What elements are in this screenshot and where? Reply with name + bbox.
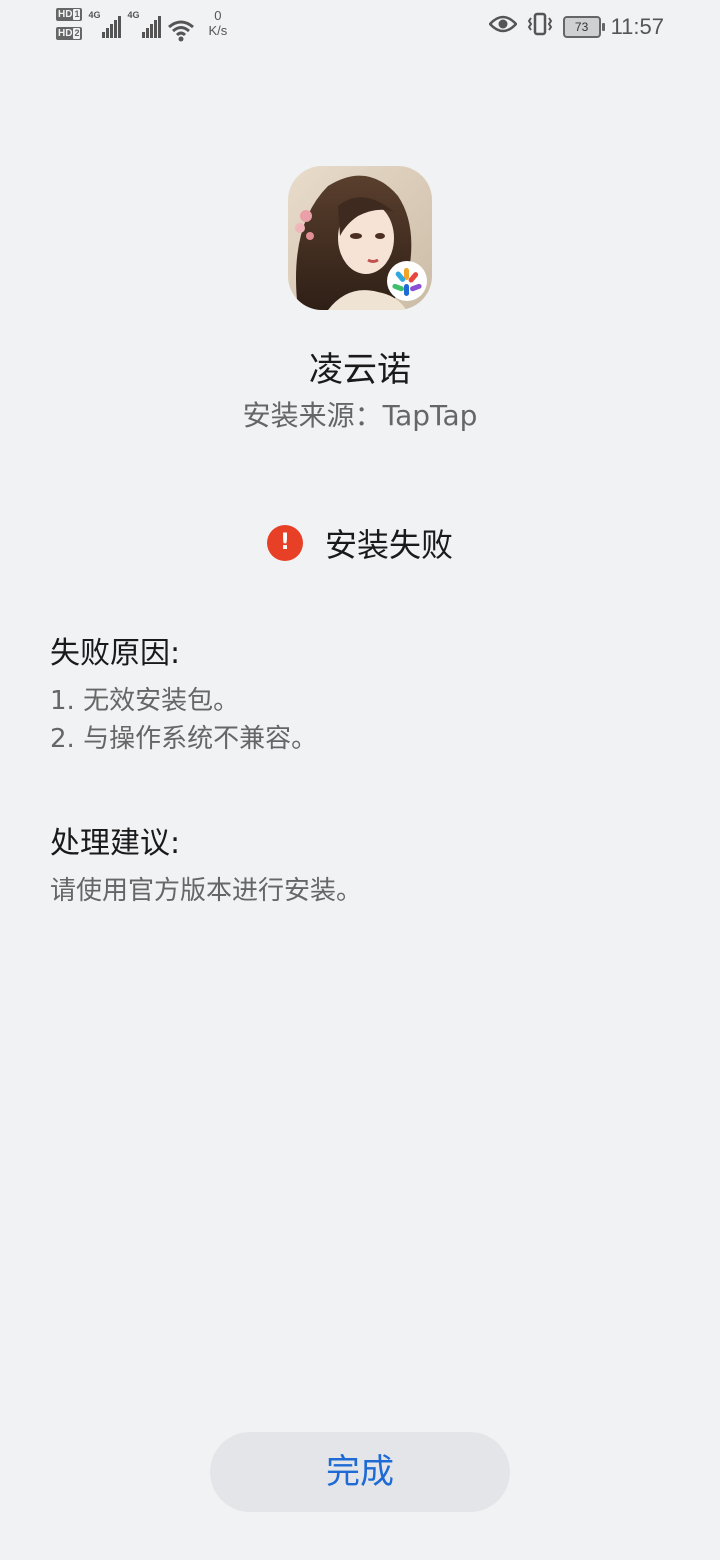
battery-icon: 73	[562, 15, 605, 38]
signal-2-icon: 4G	[127, 10, 161, 38]
install-source: 安装来源：TapTap	[242, 399, 478, 432]
sim2-number: 2	[73, 28, 81, 39]
signal-1-icon: 4G	[88, 10, 122, 38]
sim-indicators: HD 1 HD 2	[56, 8, 83, 40]
speed-value: 0	[214, 8, 222, 23]
eye-icon	[487, 14, 518, 39]
sim1-hd-label: HD	[58, 9, 73, 20]
install-status: ! 安装失败	[0, 520, 720, 566]
network-2-label: 4G	[127, 10, 140, 20]
clock: 11:57	[610, 13, 664, 39]
done-button[interactable]: 完成	[210, 1432, 510, 1512]
failure-reason-item: 1. 无效安装包。	[50, 686, 240, 716]
installer-badge-icon	[386, 260, 428, 306]
status-bar-left: HD 1 HD 2 4G 4G 0 K/s	[56, 8, 227, 47]
suggestion-title: 处理建议:	[50, 826, 181, 861]
sim1-hd-badge: HD 1	[56, 8, 83, 21]
failure-reason-item: 2. 与操作系统不兼容。	[50, 724, 318, 754]
battery-level: 73	[574, 19, 589, 34]
suggestion-section: 处理建议: 请使用官方版本进行安装。	[50, 818, 670, 910]
failure-reasons-section: 失败原因: 1. 无效安装包。 2. 与操作系统不兼容。	[50, 628, 670, 758]
sim1-number: 1	[73, 9, 81, 20]
status-bar: HD 1 HD 2 4G 4G 0 K/s 73 11:57	[0, 0, 720, 56]
speed-unit: K/s	[208, 23, 228, 38]
wifi-icon	[167, 20, 195, 47]
failure-reasons-title: 失败原因:	[50, 636, 181, 671]
vibrate-icon	[527, 12, 553, 41]
network-1-label: 4G	[88, 10, 101, 20]
app-icon	[288, 166, 432, 310]
suggestion-text: 请使用官方版本进行安装。	[50, 876, 363, 906]
app-name: 凌云诺	[309, 350, 411, 390]
sim2-hd-label: HD	[58, 28, 73, 39]
error-icon: !	[266, 525, 303, 561]
install-status-text: 安装失败	[324, 526, 453, 564]
network-speed: 0 K/s	[209, 8, 228, 38]
sim2-hd-badge: HD 2	[56, 27, 83, 40]
status-bar-right: 73 11:57	[487, 12, 664, 41]
